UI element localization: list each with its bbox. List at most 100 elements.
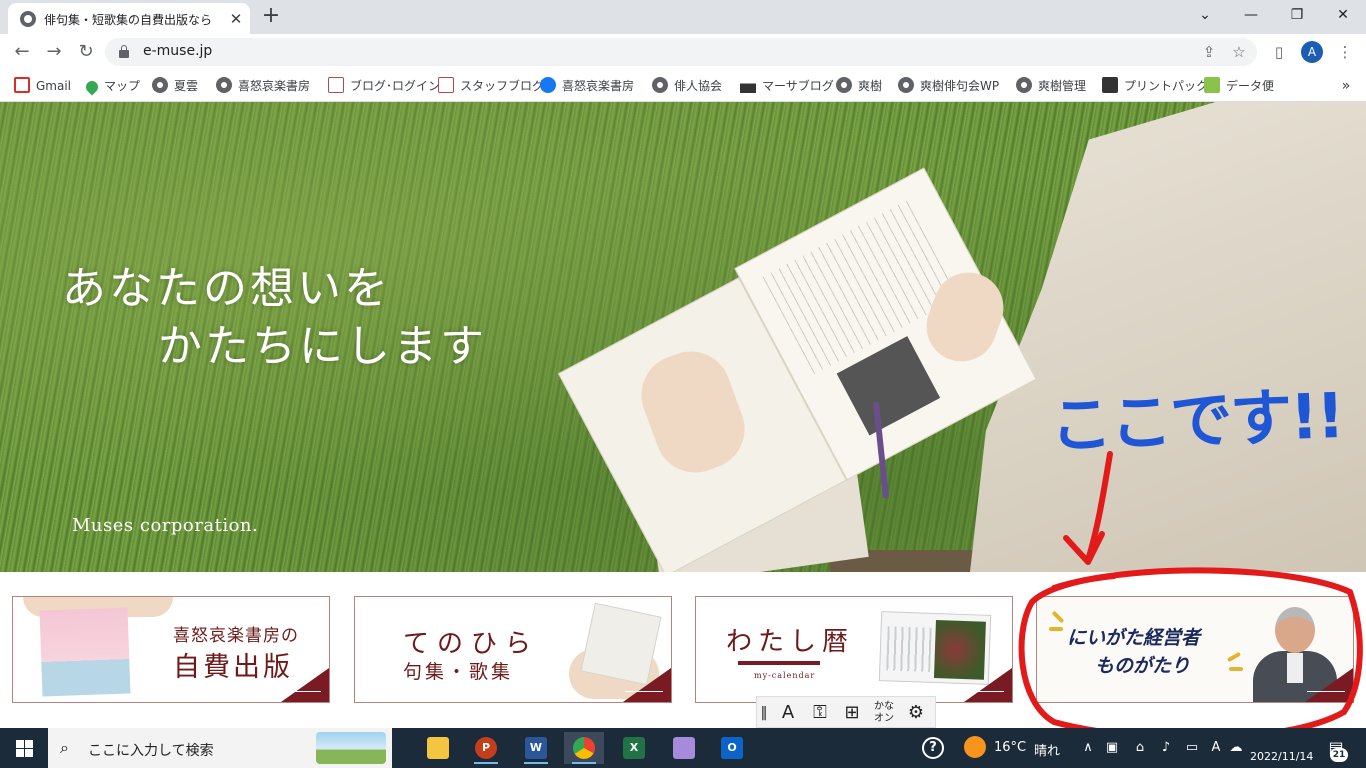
drag-handle-icon[interactable]: ‖	[759, 700, 769, 726]
taskbar-app-outlook[interactable]: O	[712, 732, 752, 764]
banner-label-4: ものがたり	[1095, 655, 1191, 677]
excel-icon: X	[623, 737, 645, 759]
banner-title-3: わたし暦	[726, 627, 855, 657]
visual-studio-icon	[673, 737, 695, 759]
tab-search-button[interactable]: ⌄	[1182, 0, 1228, 30]
bookmark-gmail[interactable]: Gmail	[14, 76, 71, 96]
chrome-icon	[573, 737, 595, 759]
tab-close-icon[interactable]: ✕	[226, 9, 246, 29]
banner-label-1: 喜怒哀楽書房の	[173, 626, 299, 646]
globe-icon	[152, 77, 168, 93]
forward-button[interactable]: →	[40, 39, 68, 65]
taskbar-app-visual-studio[interactable]	[664, 732, 704, 764]
cube-icon	[1204, 77, 1220, 93]
weather-condition[interactable]: 晴れ	[1034, 740, 1060, 759]
maps-icon	[83, 78, 101, 96]
menu-icon[interactable]: ⋮	[1334, 41, 1356, 63]
weather-sun-icon[interactable]	[964, 736, 986, 758]
word-icon: W	[525, 737, 547, 759]
muse-icon	[740, 77, 756, 93]
globe-icon	[898, 77, 914, 93]
taskbar-app-excel[interactable]: X	[614, 732, 654, 764]
share-icon[interactable]: ⇪	[1199, 42, 1219, 62]
gmail-icon	[14, 77, 30, 93]
bookmark-souju[interactable]: 爽樹	[836, 76, 882, 96]
weather-temperature[interactable]: 16°C	[994, 740, 1026, 755]
bookmarks-bar: Gmail マップ 夏雲 喜怒哀楽書房 ブログ･ログイン スタッフブログ 喜怒哀…	[0, 70, 1366, 102]
tray-overflow-icon[interactable]: ∧	[1078, 738, 1098, 758]
pink-book-image	[39, 607, 131, 697]
blog-icon	[438, 77, 454, 93]
start-button[interactable]	[0, 728, 48, 768]
ime-kana-toggle[interactable]: かな オン	[871, 700, 897, 726]
taskbar-app-word[interactable]: W	[516, 732, 556, 764]
ime-add-word-icon[interactable]: ⊞	[839, 700, 865, 726]
banner-tenohira[interactable]: てのひら 句集・歌集	[354, 596, 672, 703]
windows-taskbar: ⌕ ここに入力して検索 P W X O ? 16°C 晴れ ∧ ▣ ⌂ ♪ ▭ …	[0, 728, 1366, 768]
close-window-button[interactable]: ✕	[1320, 0, 1366, 30]
ime-settings-icon[interactable]: ⚙	[903, 700, 929, 726]
bookmark-staff-blog[interactable]: スタッフブログ	[438, 76, 544, 96]
bookmark-kidoairaku[interactable]: 喜怒哀楽書房	[216, 76, 310, 96]
banner-label-3: my-calendar	[754, 671, 816, 680]
onedrive-icon[interactable]: ☁	[1226, 738, 1246, 758]
banner-title-2: てのひら	[403, 629, 540, 659]
banner-niigata-keieisha[interactable]: にいがた経営者 ものがたり	[1036, 596, 1354, 703]
network-icon[interactable]: ⌂	[1130, 738, 1150, 758]
bookmark-blog-login[interactable]: ブログ･ログイン	[328, 76, 440, 96]
browser-toolbar: ← → ↻ e-muse.jp ⇪ ☆ ▯ A ⋮	[0, 34, 1366, 70]
reader-figure	[970, 102, 1366, 572]
site-favicon-icon	[20, 11, 36, 27]
search-icon: ⌕	[60, 738, 69, 757]
volume-icon[interactable]: ♪	[1156, 738, 1176, 758]
globe-icon	[1016, 77, 1032, 93]
banner-watashi-goyomi[interactable]: わたし暦 my-calendar	[695, 596, 1013, 703]
taskbar-search-box[interactable]: ⌕ ここに入力して検索	[48, 728, 392, 768]
minimize-button[interactable]: —	[1228, 0, 1274, 30]
taskbar-app-chrome[interactable]	[564, 732, 604, 764]
battery-icon[interactable]: ▭	[1182, 738, 1202, 758]
search-highlight-image	[316, 732, 386, 764]
facebook-icon	[540, 77, 556, 93]
hero-headline: あなたの想いを かたちにします	[62, 260, 487, 376]
bookmark-souju-admin[interactable]: 爽樹管理	[1016, 76, 1086, 96]
lock-icon[interactable]	[119, 45, 129, 58]
bookmark-facebook-kidoairaku[interactable]: 喜怒哀楽書房	[540, 76, 634, 96]
new-tab-button[interactable]: +	[258, 4, 284, 30]
tray-app-icon[interactable]: ▣	[1102, 738, 1122, 758]
profile-avatar[interactable]: A	[1301, 41, 1323, 63]
bookmark-muse-blog[interactable]: マーサブログ	[740, 76, 834, 96]
powerpoint-icon: P	[475, 737, 497, 759]
bookmarks-overflow-icon[interactable]: »	[1336, 76, 1356, 96]
service-banners: 喜怒哀楽書房の 自費出版 てのひら 句集・歌集 わたし暦 my-calendar…	[0, 572, 1366, 728]
ime-dictionary-icon[interactable]: ⚿	[807, 700, 833, 726]
reload-button[interactable]: ↻	[72, 39, 100, 65]
banner-title-1: 自費出版	[173, 652, 293, 683]
bookmark-haijin-kyokai[interactable]: 俳人協会	[652, 76, 722, 96]
bookmark-data-bin[interactable]: データ便	[1204, 76, 1274, 96]
bookmark-printpac[interactable]: プリントパック	[1102, 76, 1208, 96]
help-icon[interactable]: ?	[922, 737, 944, 759]
hero-headline-line1: あなたの想いを	[62, 263, 391, 314]
browser-tab-active[interactable]: 俳句集・短歌集の自費出版なら 喜 ✕	[8, 3, 250, 34]
taskbar-date[interactable]: 2022/11/14	[1250, 750, 1313, 763]
hero-headline-line2: かたちにします	[158, 321, 487, 372]
outlook-icon: O	[721, 737, 743, 759]
restore-button[interactable]: ❐	[1274, 0, 1320, 30]
side-panel-icon[interactable]: ▯	[1268, 41, 1290, 63]
address-bar[interactable]: e-muse.jp ⇪ ☆	[105, 38, 1257, 66]
url-text[interactable]: e-muse.jp	[143, 43, 212, 59]
ime-mode-button[interactable]: A	[775, 700, 801, 726]
taskbar-app-explorer[interactable]	[418, 732, 458, 764]
banner-self-publishing[interactable]: 喜怒哀楽書房の 自費出版	[12, 596, 330, 703]
bookmark-souju-wp[interactable]: 爽樹俳句会WP	[898, 76, 999, 96]
taskbar-app-powerpoint[interactable]: P	[466, 732, 506, 764]
bookmark-maps[interactable]: マップ	[83, 76, 140, 96]
bookmark-natsugumo[interactable]: 夏雲	[152, 76, 198, 96]
tab-title: 俳句集・短歌集の自費出版なら 喜	[44, 13, 214, 27]
banner-title-4: にいがた経営者	[1067, 627, 1201, 649]
ime-indicator[interactable]: A	[1206, 738, 1226, 758]
back-button[interactable]: ←	[8, 39, 36, 65]
printpac-icon	[1102, 77, 1118, 93]
bookmark-star-icon[interactable]: ☆	[1229, 42, 1249, 62]
